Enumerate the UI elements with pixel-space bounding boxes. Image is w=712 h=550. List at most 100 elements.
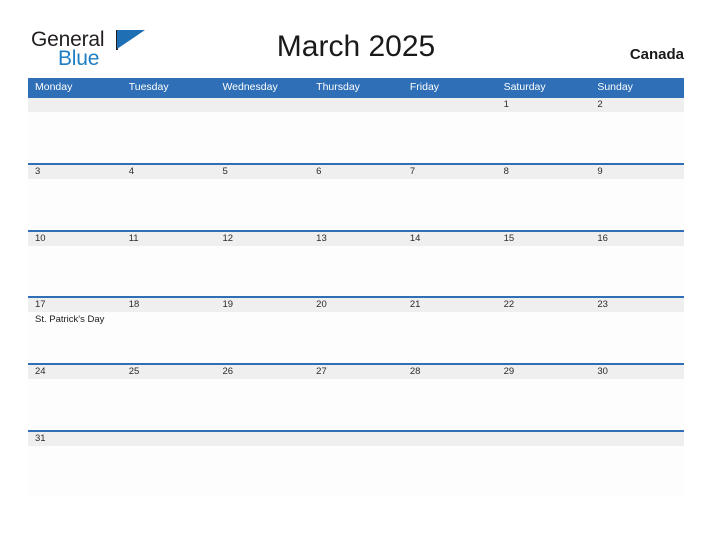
event-cell[interactable] (590, 446, 684, 497)
day-cell[interactable]: 16 (590, 232, 684, 246)
day-cell[interactable] (497, 432, 591, 446)
day-cell[interactable]: 26 (215, 365, 309, 379)
event-cell[interactable] (28, 379, 122, 430)
event-cell[interactable] (215, 312, 309, 363)
day-cell[interactable]: 21 (403, 298, 497, 312)
event-cell[interactable] (497, 379, 591, 430)
event-cell[interactable] (590, 179, 684, 230)
event-cell[interactable] (590, 312, 684, 363)
date-number: 10 (35, 232, 46, 244)
event-cell[interactable] (403, 179, 497, 230)
event-cell[interactable] (590, 112, 684, 163)
date-number: 30 (597, 366, 608, 378)
date-number: 9 (597, 165, 603, 177)
event-cell[interactable] (309, 446, 403, 497)
event-cell[interactable] (309, 379, 403, 430)
day-cell[interactable]: 5 (215, 165, 309, 179)
event-cell[interactable] (122, 179, 216, 230)
event-cell[interactable] (497, 112, 591, 163)
event-cell[interactable]: St. Patrick's Day (28, 312, 122, 363)
event-cell[interactable] (309, 246, 403, 297)
day-cell[interactable] (215, 432, 309, 446)
day-cell[interactable]: 28 (403, 365, 497, 379)
event-cell[interactable] (497, 312, 591, 363)
event-cell[interactable] (590, 379, 684, 430)
day-cell[interactable] (122, 98, 216, 112)
day-cell[interactable] (215, 98, 309, 112)
day-cell[interactable]: 18 (122, 298, 216, 312)
event-cell[interactable] (122, 379, 216, 430)
event-cell[interactable] (28, 446, 122, 497)
weekday-header-monday: Monday (35, 81, 73, 93)
day-cell[interactable]: 27 (309, 365, 403, 379)
event-cell[interactable] (122, 112, 216, 163)
day-cell[interactable]: 10 (28, 232, 122, 246)
day-cell[interactable]: 2 (590, 98, 684, 112)
day-cell[interactable]: 24 (28, 365, 122, 379)
event-cell[interactable] (215, 179, 309, 230)
event-cell[interactable] (28, 112, 122, 163)
day-cell[interactable]: 19 (215, 298, 309, 312)
day-cell[interactable] (28, 98, 122, 112)
event-cell[interactable] (215, 446, 309, 497)
day-cell[interactable]: 7 (403, 165, 497, 179)
date-number: 13 (316, 232, 327, 244)
event-cell[interactable] (497, 446, 591, 497)
event-cell[interactable] (403, 112, 497, 163)
day-cell[interactable]: 31 (28, 432, 122, 446)
day-cell[interactable] (309, 98, 403, 112)
event-cell[interactable] (497, 246, 591, 297)
event-text: St. Patrick's Day (35, 314, 105, 326)
day-cell[interactable] (590, 432, 684, 446)
page-title: March 2025 (276, 30, 436, 63)
event-cell[interactable] (403, 246, 497, 297)
day-cell[interactable]: 6 (309, 165, 403, 179)
event-cell[interactable] (309, 312, 403, 363)
day-cell[interactable]: 17 (28, 298, 122, 312)
day-cell[interactable]: 15 (497, 232, 591, 246)
event-cell[interactable] (122, 312, 216, 363)
day-cell[interactable] (403, 432, 497, 446)
event-cell[interactable] (215, 112, 309, 163)
event-cell[interactable] (403, 446, 497, 497)
day-cell[interactable]: 3 (28, 165, 122, 179)
day-cell[interactable]: 29 (497, 365, 591, 379)
event-cell[interactable] (215, 246, 309, 297)
date-number: 5 (222, 165, 228, 177)
event-cell[interactable] (403, 312, 497, 363)
day-cell[interactable]: 22 (497, 298, 591, 312)
event-cell[interactable] (122, 446, 216, 497)
day-cell[interactable]: 12 (215, 232, 309, 246)
event-cell[interactable] (403, 379, 497, 430)
date-number: 22 (503, 299, 515, 311)
calendar-week-row: 31 (28, 429, 684, 497)
day-cell[interactable]: 25 (122, 365, 216, 379)
day-cell[interactable]: 20 (309, 298, 403, 312)
day-cell[interactable] (309, 432, 403, 446)
day-cell[interactable]: 9 (590, 165, 684, 179)
event-cell[interactable] (215, 379, 309, 430)
event-cell[interactable] (122, 246, 216, 297)
day-cell[interactable] (403, 98, 497, 112)
day-cell[interactable]: 23 (590, 298, 684, 312)
event-band (28, 245, 684, 297)
event-cell[interactable] (28, 246, 122, 297)
day-cell[interactable] (122, 432, 216, 446)
date-number: 2 (597, 99, 603, 110)
day-cell[interactable]: 30 (590, 365, 684, 379)
day-cell[interactable]: 11 (122, 232, 216, 246)
day-cell[interactable]: 14 (403, 232, 497, 246)
day-cell[interactable]: 13 (309, 232, 403, 246)
day-cell[interactable]: 4 (122, 165, 216, 179)
event-cell[interactable] (28, 179, 122, 230)
event-cell[interactable] (309, 112, 403, 163)
date-number-band: 31 (28, 431, 684, 446)
event-cell[interactable] (590, 246, 684, 297)
event-cell[interactable] (497, 179, 591, 230)
date-number: 27 (316, 366, 327, 378)
calendar-week-row: 17 18 19 20 21 22 23 St. Patrick's Day (28, 296, 684, 364)
day-cell[interactable]: 8 (497, 165, 591, 179)
event-cell[interactable] (309, 179, 403, 230)
day-cell[interactable]: 1 (497, 98, 591, 112)
page-header: General Blue March 2025 Canada (0, 0, 712, 76)
